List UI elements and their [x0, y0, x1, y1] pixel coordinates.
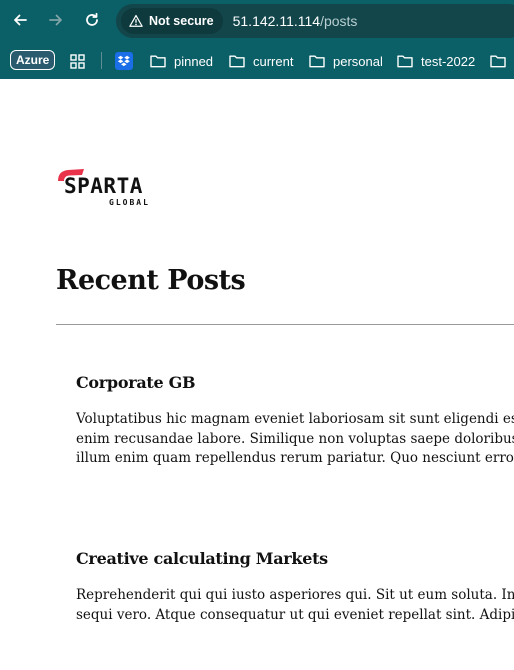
post-title[interactable]: Creative calculating Markets — [76, 549, 514, 568]
page-title: Recent Posts — [56, 265, 246, 296]
address-bar[interactable]: Not secure 51.142.11.114/posts — [116, 4, 514, 38]
post-excerpt-line: Reprehenderit qui qui iusto asperiores q… — [76, 587, 514, 603]
reload-button[interactable] — [81, 9, 103, 31]
bookmarks-separator — [101, 52, 102, 69]
folder-icon — [490, 55, 506, 68]
folder-icon — [229, 55, 245, 68]
bookmark-label: test-2022 — [421, 53, 476, 69]
bookmark-folder-test-2022[interactable]: test-2022 — [397, 51, 475, 71]
reload-icon — [86, 12, 98, 26]
apps-button[interactable] — [70, 51, 85, 71]
post-excerpt: Voluptatibus hic magnam eveniet laborios… — [76, 410, 514, 469]
forward-arrow-icon — [49, 14, 62, 26]
forward-button[interactable] — [45, 9, 67, 31]
sparta-global-logo[interactable]: SPARTA GLOBAL — [56, 167, 148, 207]
post-title[interactable]: Corporate GB — [76, 373, 514, 392]
web-page: SPARTA GLOBAL Recent Posts Corporate GB … — [0, 79, 514, 670]
post-card: Corporate GB Voluptatibus hic magnam eve… — [76, 373, 514, 469]
security-chip[interactable]: Not secure — [121, 8, 223, 34]
title-divider — [56, 324, 514, 325]
bookmark-label: current — [253, 53, 294, 69]
security-label: Not secure — [149, 14, 214, 28]
bookmark-folder-personal[interactable]: personal — [309, 51, 383, 71]
bookmark-folder-current[interactable]: current — [229, 51, 293, 71]
post-excerpt-line: enim recusandae labore. Similique non vo… — [76, 430, 514, 447]
back-button[interactable] — [9, 9, 31, 31]
folder-icon — [309, 55, 325, 68]
back-arrow-icon — [14, 14, 27, 26]
post-excerpt-line: illum enim quam repellendus rerum pariat… — [76, 450, 514, 466]
post-excerpt-line: sequi vero. Atque consequatur ut qui eve… — [76, 606, 514, 623]
post-excerpt: Reprehenderit qui qui iusto asperiores q… — [76, 586, 514, 625]
apps-grid-icon — [70, 53, 85, 69]
post-excerpt-line: Voluptatibus hic magnam eveniet laborios… — [76, 411, 514, 427]
bookmark-azure[interactable]: Azure — [10, 50, 56, 70]
folder-icon — [150, 55, 166, 68]
bookmark-label: personal — [333, 53, 383, 69]
bookmarks-bar: Azure pinned current personal test-2022 — [0, 42, 514, 79]
browser-chrome: Not secure 51.142.11.114/posts Azure pin… — [0, 0, 514, 79]
url-text[interactable]: 51.142.11.114/posts — [233, 13, 358, 29]
bookmark-folder-overflow[interactable] — [490, 51, 506, 71]
dropbox-icon — [115, 52, 133, 70]
bookmark-label: pinned — [174, 53, 214, 69]
url-host: 51.142.11.114 — [232, 13, 321, 29]
post-card: Creative calculating Markets Reprehender… — [76, 549, 514, 625]
warning-icon — [129, 14, 143, 27]
bookmark-dropbox[interactable] — [115, 51, 133, 71]
logo-subtext: GLOBAL — [109, 198, 150, 207]
url-path: /posts — [320, 13, 358, 29]
logo-wordmark: SPARTA — [64, 174, 143, 198]
browser-toolbar: Not secure 51.142.11.114/posts — [0, 0, 514, 42]
bookmark-folder-pinned[interactable]: pinned — [150, 51, 213, 71]
folder-icon — [397, 55, 413, 68]
